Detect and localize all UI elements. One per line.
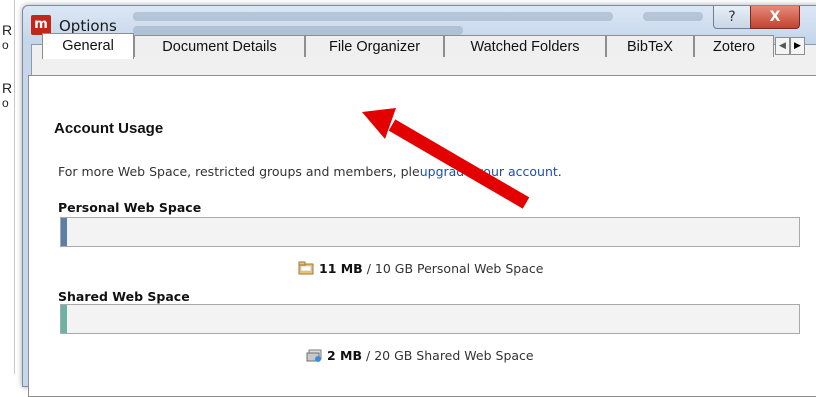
personal-usage-bar: [60, 217, 800, 247]
description-suffix: .: [557, 164, 562, 179]
personal-usage-text: 11 MB / 10 GB Personal Web Space: [298, 261, 543, 276]
tab-general[interactable]: General: [42, 33, 134, 59]
description-text: For more Web Space, restricted groups an…: [58, 164, 420, 179]
mendeley-icon: m: [31, 15, 51, 35]
personal-usage-fill: [61, 218, 67, 246]
background-text: R: [2, 22, 13, 38]
tab-zotero[interactable]: Zotero: [694, 35, 774, 57]
tab-file-organizer[interactable]: File Organizer: [305, 35, 444, 57]
account-usage-heading: Account Usage: [54, 120, 164, 137]
shared-web-space-label: Shared Web Space: [58, 289, 190, 304]
blurred-background-text: [643, 12, 703, 21]
blurred-background-text: [133, 12, 613, 21]
background-text: o: [2, 38, 9, 52]
shared-folder-icon: [306, 349, 322, 362]
shared-total: / 20 GB Shared Web Space: [362, 348, 534, 363]
personal-used-amount: 11 MB: [319, 261, 363, 276]
account-description: For more Web Space, restricted groups an…: [58, 164, 562, 179]
blurred-background-text: [133, 26, 463, 35]
folder-icon: [298, 261, 314, 275]
tab-watched-folders[interactable]: Watched Folders: [444, 35, 606, 57]
tab-document-details[interactable]: Document Details: [134, 35, 305, 57]
shared-used-amount: 2 MB: [327, 348, 363, 363]
tab-scroll-right-icon[interactable]: ▶: [790, 37, 805, 55]
personal-web-space-label: Personal Web Space: [58, 200, 202, 215]
tab-scroll-left-icon[interactable]: ◀: [775, 37, 790, 55]
personal-total: / 10 GB Personal Web Space: [362, 261, 544, 276]
help-button[interactable]: ?: [713, 6, 751, 29]
close-button[interactable]: X: [750, 6, 800, 29]
shared-usage-bar: [60, 304, 800, 334]
background-text: R: [2, 80, 13, 96]
shared-usage-text: 2 MB / 20 GB Shared Web Space: [306, 348, 534, 363]
background-text: o: [2, 96, 9, 110]
tab-bibtex[interactable]: BibTeX: [606, 35, 694, 57]
shared-usage-fill: [61, 305, 67, 333]
upgrade-account-link[interactable]: upgrade your account: [420, 164, 558, 179]
background-divider: [14, 0, 15, 374]
